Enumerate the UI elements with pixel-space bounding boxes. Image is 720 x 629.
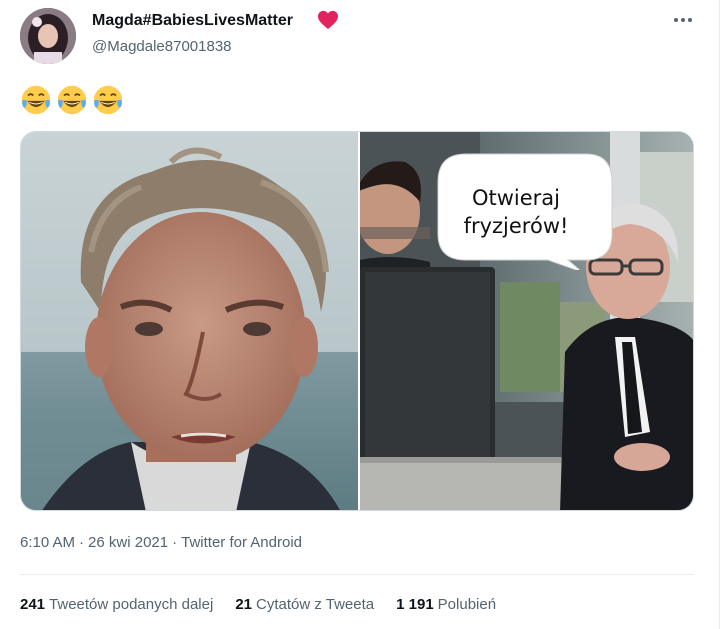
avatar[interactable] [20,8,76,64]
tweet-date[interactable]: 26 kwi 2021 [88,534,168,551]
likes-label: Polubień [437,596,497,613]
author-handle[interactable]: @Magdale87001838 [92,38,232,55]
tweet: Magda#BabiesLivesMatter @Magdale87001838 [0,0,720,629]
divider [20,574,694,575]
laughing-tears-emoji-icon [21,85,51,115]
bubble-line-1: Otwieraj [471,186,561,210]
retweets-label: Tweetów podanych dalej [49,596,214,613]
quotes-stat[interactable]: 21 Cytatów z Tweeta [235,596,374,613]
quotes-label: Cytatów z Tweeta [256,596,375,613]
tweet-time[interactable]: 6:10 AM [20,534,75,551]
meta-separator: · [79,534,85,551]
meta-separator: · [172,534,178,551]
retweets-count: 241 [20,596,46,613]
avatar-image [20,8,76,64]
tweet-text [20,84,124,120]
more-options-icon[interactable] [672,10,694,30]
likes-stat[interactable]: 1 191 Polubień [396,596,496,613]
bubble-line-2: fryzjerów! [463,214,569,238]
speech-bubble-text: Otwieraj fryzjerów! [436,184,596,240]
media-photo-left[interactable] [21,132,358,510]
tweet-meta: 6:10 AM · 26 kwi 2021 · Twitter for Android [20,534,302,551]
tweet-stats: 241 Tweetów podanych dalej 21 Cytatów z Tw… [20,596,496,613]
retweets-stat[interactable]: 241 Tweetów podanych dalej [20,596,213,613]
likes-count: 1 191 [396,596,434,613]
quotes-count: 21 [235,596,252,613]
portrait-photo [21,132,358,510]
tweet-media[interactable]: Otwieraj fryzjerów! [20,131,694,511]
laughing-tears-emoji-icon [93,85,123,115]
tweet-source-app[interactable]: Twitter for Android [181,534,302,551]
laughing-tears-emoji-icon [57,85,87,115]
media-photo-right[interactable]: Otwieraj fryzjerów! [360,132,693,510]
red-heart-icon [318,10,338,30]
author-name[interactable]: Magda#BabiesLivesMatter [92,12,293,30]
